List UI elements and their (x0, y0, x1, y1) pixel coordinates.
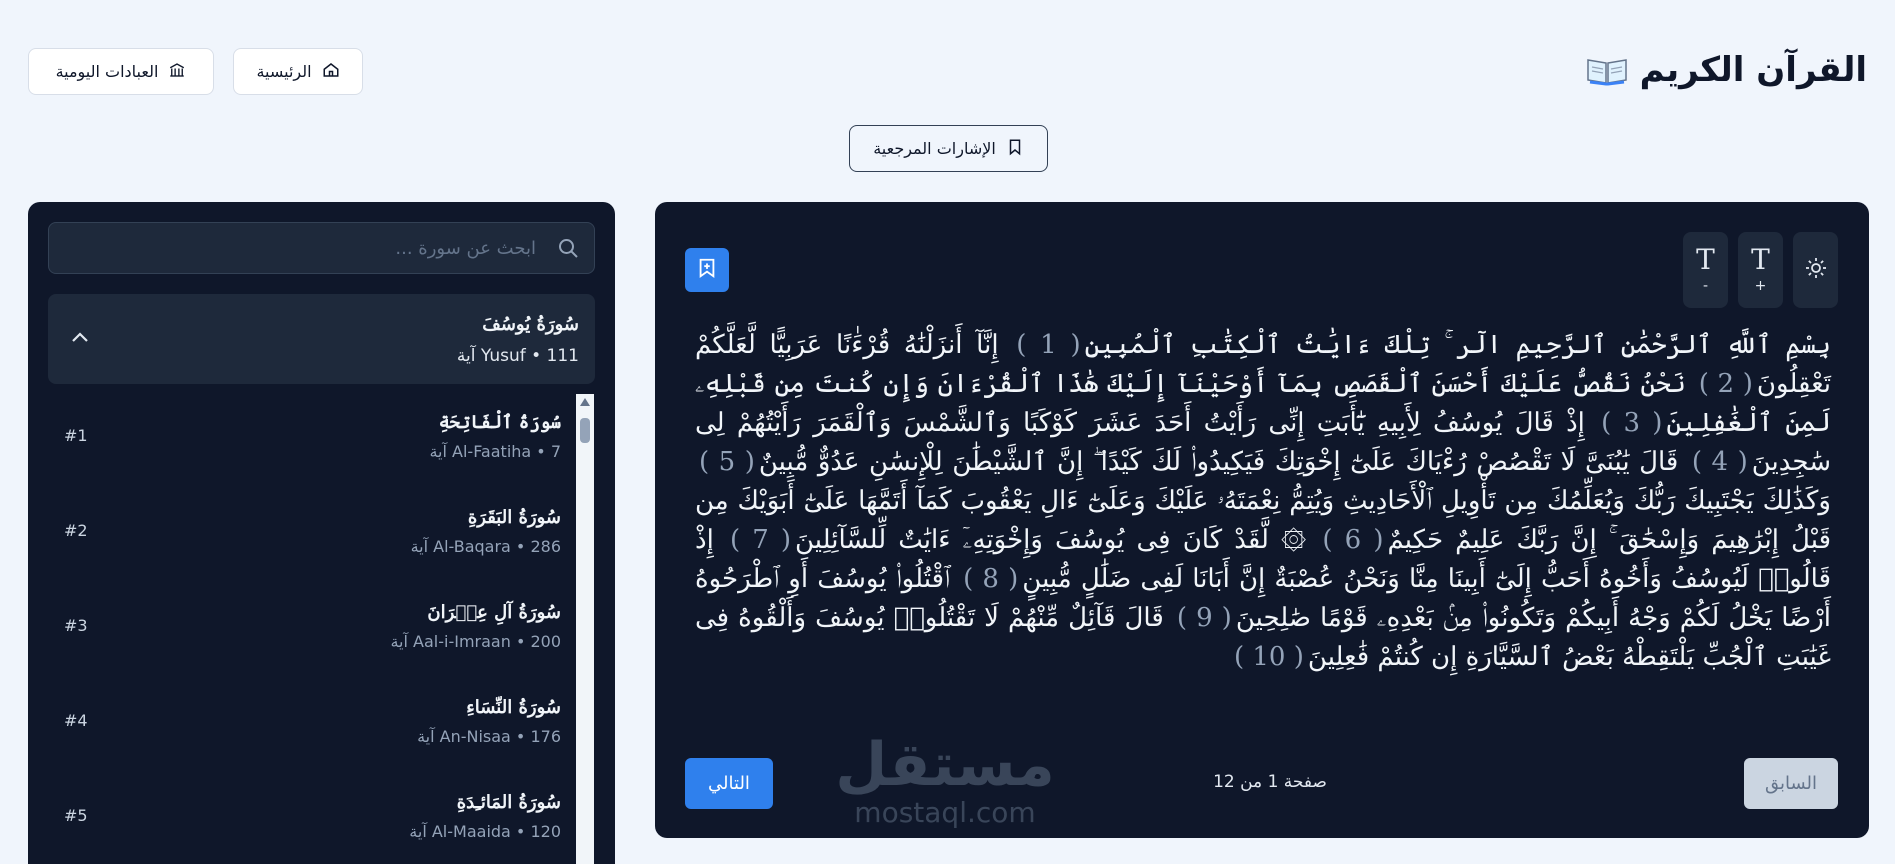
verse-number: ( 9 ) (1176, 603, 1232, 633)
verse-number: ( 7 ) (729, 525, 792, 555)
page-title: القرآن الكريم (1639, 50, 1867, 90)
surah-meta: An-Nisaa • 176 آية (417, 727, 561, 746)
surah-search-input[interactable] (49, 223, 594, 273)
chevron-up-icon[interactable] (68, 326, 92, 350)
search-icon (556, 236, 580, 260)
bookmarks-label: الإشارات المرجعية (873, 139, 996, 158)
mosque-icon (168, 61, 186, 83)
font-increase-sign: + (1754, 278, 1767, 294)
reader-panel: T - T + بِسْمِ ٱللَّهِ ٱلرَّحْمَٰنِ ٱلرَ… (655, 202, 1869, 838)
surah-meta: Aal-i-Imraan • 200 آية (390, 632, 561, 651)
verse-number: ( 2 ) (1698, 369, 1753, 399)
surah-meta: Al-Faatiha • 7 آية (429, 442, 561, 461)
watermark-url: mostaql.com (854, 796, 1036, 829)
scrollbar-thumb[interactable] (580, 418, 590, 443)
surah-name: سُورَةُ النِّسَاءِ (466, 697, 561, 718)
daily-worship-label: العبادات اليومية (55, 62, 159, 81)
watermark-arabic: مستقل (835, 730, 1055, 800)
home-icon (322, 61, 340, 83)
surah-list-item[interactable]: سُورَةُ النِّسَاءِ An-Nisaa • 176 آية #4 (48, 677, 575, 772)
font-glyph: T (1751, 243, 1770, 276)
verse-text: قَالَ يَٰبُنَىَّ لَا تَقْصُصْ رُءْيَاكَ … (758, 447, 1679, 477)
verse-number: ( 10 ) (1233, 642, 1304, 672)
surah-number: #2 (64, 521, 88, 540)
surah-list-scrollbar[interactable] (576, 394, 594, 864)
surah-list-item[interactable]: سُورَةُ آلِ عِمۡرَانَ Aal-i-Imraan • 200 … (48, 582, 575, 677)
surah-meta: Al-Maaida • 120 آية (409, 822, 561, 841)
page-title-group: القرآن الكريم (1586, 50, 1867, 90)
verse-number: ( 6 ) (1322, 525, 1384, 555)
surah-name: سُورَةُ المَائـِدَةِ (456, 792, 561, 813)
surah-name: سُورَةُ آلِ عِمۡرَانَ (427, 602, 561, 623)
open-book-icon (1586, 54, 1628, 86)
verse-number: ( 5 ) (699, 447, 755, 477)
verse-text: الٓر ۚ تِلْكَ ءَايَٰتُ ٱلْكِتَٰبِ ٱلْمُب… (1084, 330, 1502, 360)
surah-number: #1 (64, 426, 88, 445)
surah-name: سُورَةُ ٱلْفَاتِحَةِ (438, 412, 561, 433)
verse-number: ( 3 ) (1601, 408, 1663, 438)
bookmarks-button[interactable]: الإشارات المرجعية (849, 125, 1048, 172)
surah-sidebar: سُورَةُ يُوسُفَ Yusuf • 111 آية سُورَةُ … (28, 202, 615, 864)
surah-number: #5 (64, 806, 88, 825)
watermark: مستقل mostaql.com (830, 732, 1060, 842)
sun-icon (1804, 256, 1828, 284)
surah-list-item[interactable]: سُورَةُ ٱلْفَاتِحَةِ Al-Faatiha • 7 آية #1 (48, 392, 575, 487)
basmala: بِسْمِ ٱللَّهِ ٱلرَّحْمَٰنِ ٱلرَّحِيمِ (1515, 330, 1831, 360)
font-decrease-button[interactable]: T - (1683, 232, 1728, 308)
surah-number: #3 (64, 616, 88, 635)
surah-name: سُورَةُ البَقَرَةِ (467, 507, 561, 528)
verse-number: ( 8 ) (963, 564, 1019, 594)
current-surah-meta: Yusuf • 111 آية (456, 346, 579, 366)
next-page-button[interactable]: التالي (685, 758, 773, 809)
font-glyph: T (1696, 243, 1715, 276)
home-label: الرئيسية (256, 62, 312, 81)
home-button[interactable]: الرئيسية (233, 48, 363, 95)
add-bookmark-button[interactable] (685, 248, 729, 292)
verses-text: بِسْمِ ٱللَّهِ ٱلرَّحْمَٰنِ ٱلرَّحِيمِ ا… (695, 326, 1831, 677)
surah-list: سُورَةُ ٱلْفَاتِحَةِ Al-Faatiha • 7 آية #1… (48, 392, 575, 864)
current-surah-name: سُورَةُ يُوسُفَ (482, 314, 579, 335)
daily-worship-button[interactable]: العبادات اليومية (28, 48, 214, 95)
bookmark-plus-icon (696, 257, 718, 283)
font-decrease-sign: - (1702, 278, 1709, 294)
previous-page-button[interactable]: السابق (1744, 758, 1838, 809)
surah-meta: Al-Baqara • 286 آية (410, 537, 561, 556)
surah-number: #4 (64, 711, 88, 730)
surah-list-item[interactable]: سُورَةُ البَقَرَةِ Al-Baqara • 286 آية #2 (48, 487, 575, 582)
surah-list-item[interactable]: سُورَةُ المَائـِدَةِ Al-Maaida • 120 آية #… (48, 772, 575, 864)
verse-number: ( 1 ) (1016, 330, 1081, 360)
current-surah-card[interactable]: سُورَةُ يُوسُفَ Yusuf • 111 آية (48, 294, 595, 384)
verse-text: ۞ لَّقَدْ كَانَ فِى يُوسُفَ وَإِخْوَتِهِ… (795, 525, 1307, 555)
bookmark-icon (1006, 138, 1024, 160)
scroll-up-arrow-icon[interactable] (580, 398, 590, 406)
theme-toggle-button[interactable] (1793, 232, 1838, 308)
page-indicator: صفحة 1 من 12 (1213, 772, 1327, 792)
surah-search (48, 222, 595, 274)
font-increase-button[interactable]: T + (1738, 232, 1783, 308)
verse-number: ( 4 ) (1691, 447, 1748, 477)
